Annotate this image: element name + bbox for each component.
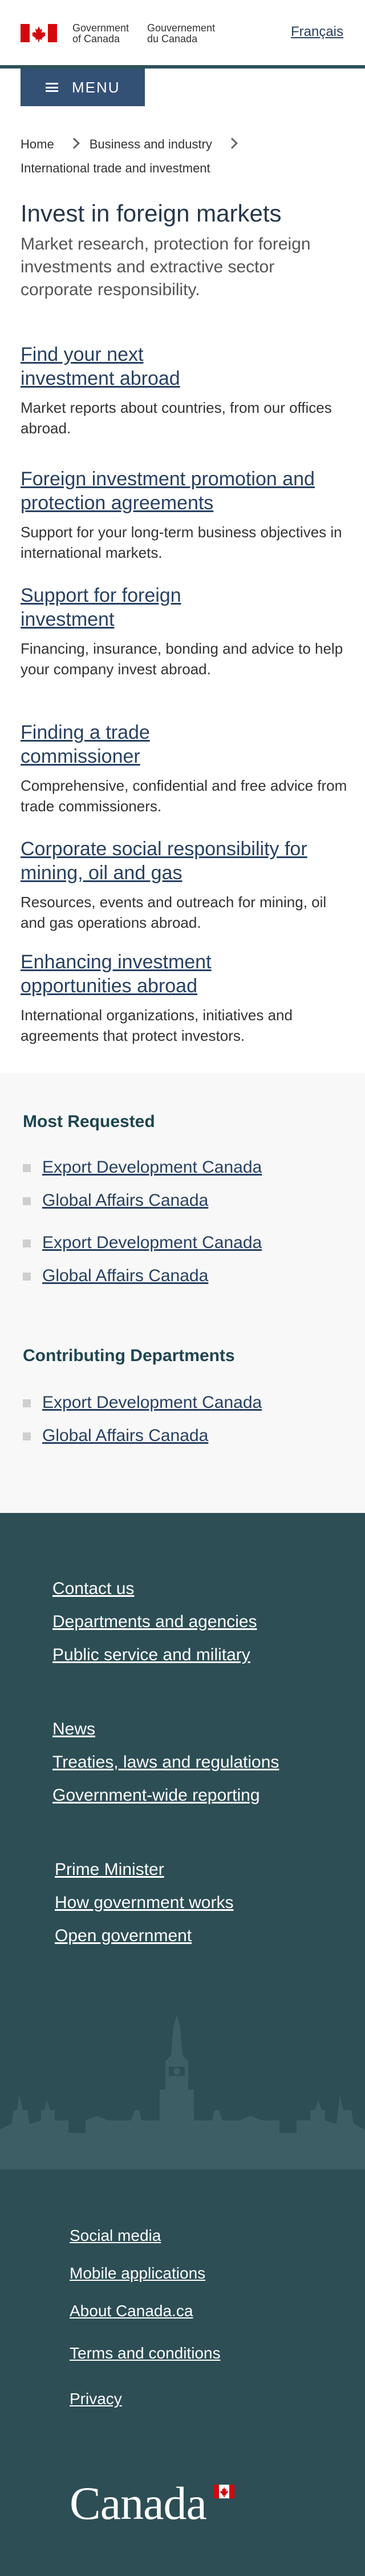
footer-link[interactable]: Open government xyxy=(55,1926,192,1946)
related-link[interactable]: Global Affairs Canada xyxy=(42,1191,208,1210)
bullet-square-icon xyxy=(23,1197,31,1205)
footer-link[interactable]: Public service and military xyxy=(52,1645,250,1665)
topic-description: Comprehensive, confidential and free adv… xyxy=(21,777,347,815)
related-link[interactable]: Global Affairs Canada xyxy=(42,1426,208,1445)
list-item: Global Affairs Canada xyxy=(23,1184,262,1217)
signature-fr-line1: Gouvernement xyxy=(147,22,216,34)
page-title: Invest in foreign markets xyxy=(21,200,282,227)
hamburger-icon xyxy=(46,83,58,92)
signature-en: Government of Canada xyxy=(72,23,129,45)
related-link[interactable]: Global Affairs Canada xyxy=(42,1266,208,1285)
topic-description: Financing, insurance, bonding and advice… xyxy=(21,640,343,678)
bullet-square-icon xyxy=(23,1432,31,1440)
topic-item: Enhancing investment opportunities abroa… xyxy=(21,950,351,1046)
footer-link[interactable]: Prime Minister xyxy=(55,1860,164,1879)
signature-en-line2: of Canada xyxy=(72,33,120,45)
list-item: Global Affairs Canada xyxy=(23,1419,262,1452)
topic-link[interactable]: Foreign investment promotion and protect… xyxy=(21,467,351,515)
breadcrumb: Home Business and industry International … xyxy=(21,132,351,180)
chevron-right-icon xyxy=(226,138,238,149)
list-item: Global Affairs Canada xyxy=(23,1259,262,1293)
topic-description: Market reports about countries, from our… xyxy=(21,399,332,437)
topic-item: Find your next investment abroad Market … xyxy=(21,343,351,438)
topic-item: Support for foreign investment Financing… xyxy=(21,583,351,679)
menu-label: MENU xyxy=(72,78,120,96)
topic-item: Finding a trade commissioner Comprehensi… xyxy=(21,721,351,816)
most-requested-list: Export Development Canada Global Affairs… xyxy=(23,1151,262,1217)
related-link[interactable]: Export Development Canada xyxy=(42,1233,262,1252)
signature-fr: Gouvernement du Canada xyxy=(147,23,215,45)
topic-item: Corporate social responsibility for mini… xyxy=(21,837,351,933)
breadcrumb-trade[interactable]: International trade and investment xyxy=(21,156,210,180)
contributing-list: Export Development Canada Global Affairs… xyxy=(23,1386,262,1452)
footer-link[interactable]: Terms and conditions xyxy=(70,2344,221,2362)
page-lead: Market research, protection for foreign … xyxy=(21,235,311,299)
language-toggle-link[interactable]: Français xyxy=(291,24,343,40)
footer-link[interactable]: Departments and agencies xyxy=(52,1612,257,1632)
topic-description: Support for your long-term business obje… xyxy=(21,524,342,561)
menu-button[interactable]: MENU xyxy=(21,69,145,106)
parliament-skyline-illustration xyxy=(0,2015,365,2170)
footer-link[interactable]: Treaties, laws and regulations xyxy=(52,1753,279,1772)
footer-link[interactable]: Government-wide reporting xyxy=(52,1786,260,1805)
site-header: Government of Canada Gouvernement du Can… xyxy=(0,0,365,69)
breadcrumb-business[interactable]: Business and industry xyxy=(90,132,212,156)
bullet-square-icon xyxy=(23,1164,31,1172)
chevron-right-icon xyxy=(68,138,80,149)
footer-link[interactable]: Privacy xyxy=(70,2390,122,2408)
topic-link[interactable]: Support for foreign investment xyxy=(21,583,226,631)
signature-en-line1: Government xyxy=(72,22,129,34)
related-links-section: Most Requested Export Development Canada… xyxy=(0,1073,365,1513)
topic-description: International organizations, initiatives… xyxy=(21,1007,293,1044)
footer-link[interactable]: News xyxy=(52,1720,95,1739)
topic-item: Foreign investment promotion and protect… xyxy=(21,467,351,563)
list-item: Export Development Canada xyxy=(23,1151,262,1184)
topic-link[interactable]: Finding a trade commissioner xyxy=(21,721,192,768)
canada-wordmark: Canada xyxy=(70,2477,207,2529)
bullet-square-icon xyxy=(23,1273,31,1281)
wordmark-flag-icon xyxy=(214,2485,234,2498)
list-item: Export Development Canada xyxy=(23,1386,262,1419)
topic-description: Resources, events and outreach for minin… xyxy=(21,893,327,931)
contributing-heading: Contributing Departments xyxy=(23,1346,235,1365)
most-requested-list: Export Development Canada Global Affairs… xyxy=(23,1226,262,1293)
topic-link[interactable]: Find your next investment abroad xyxy=(21,343,226,391)
breadcrumb-home[interactable]: Home xyxy=(21,132,54,156)
footer-link[interactable]: Social media xyxy=(70,2227,161,2245)
bullet-square-icon xyxy=(23,1399,31,1407)
bullet-square-icon xyxy=(23,1239,31,1247)
footer-link[interactable]: How government works xyxy=(55,1893,233,1913)
most-requested-heading: Most Requested xyxy=(23,1112,155,1131)
related-link[interactable]: Export Development Canada xyxy=(42,1158,262,1177)
canada-flag-icon xyxy=(21,24,57,42)
list-item: Export Development Canada xyxy=(23,1226,262,1259)
signature-fr-line2: du Canada xyxy=(147,33,198,45)
topic-link[interactable]: Corporate social responsibility for mini… xyxy=(21,837,351,885)
topic-link[interactable]: Enhancing investment opportunities abroa… xyxy=(21,950,260,998)
footer-link[interactable]: About Canada.ca xyxy=(70,2302,193,2320)
related-link[interactable]: Export Development Canada xyxy=(42,1393,262,1412)
footer-link[interactable]: Mobile applications xyxy=(70,2264,205,2283)
footer-link[interactable]: Contact us xyxy=(52,1579,134,1599)
